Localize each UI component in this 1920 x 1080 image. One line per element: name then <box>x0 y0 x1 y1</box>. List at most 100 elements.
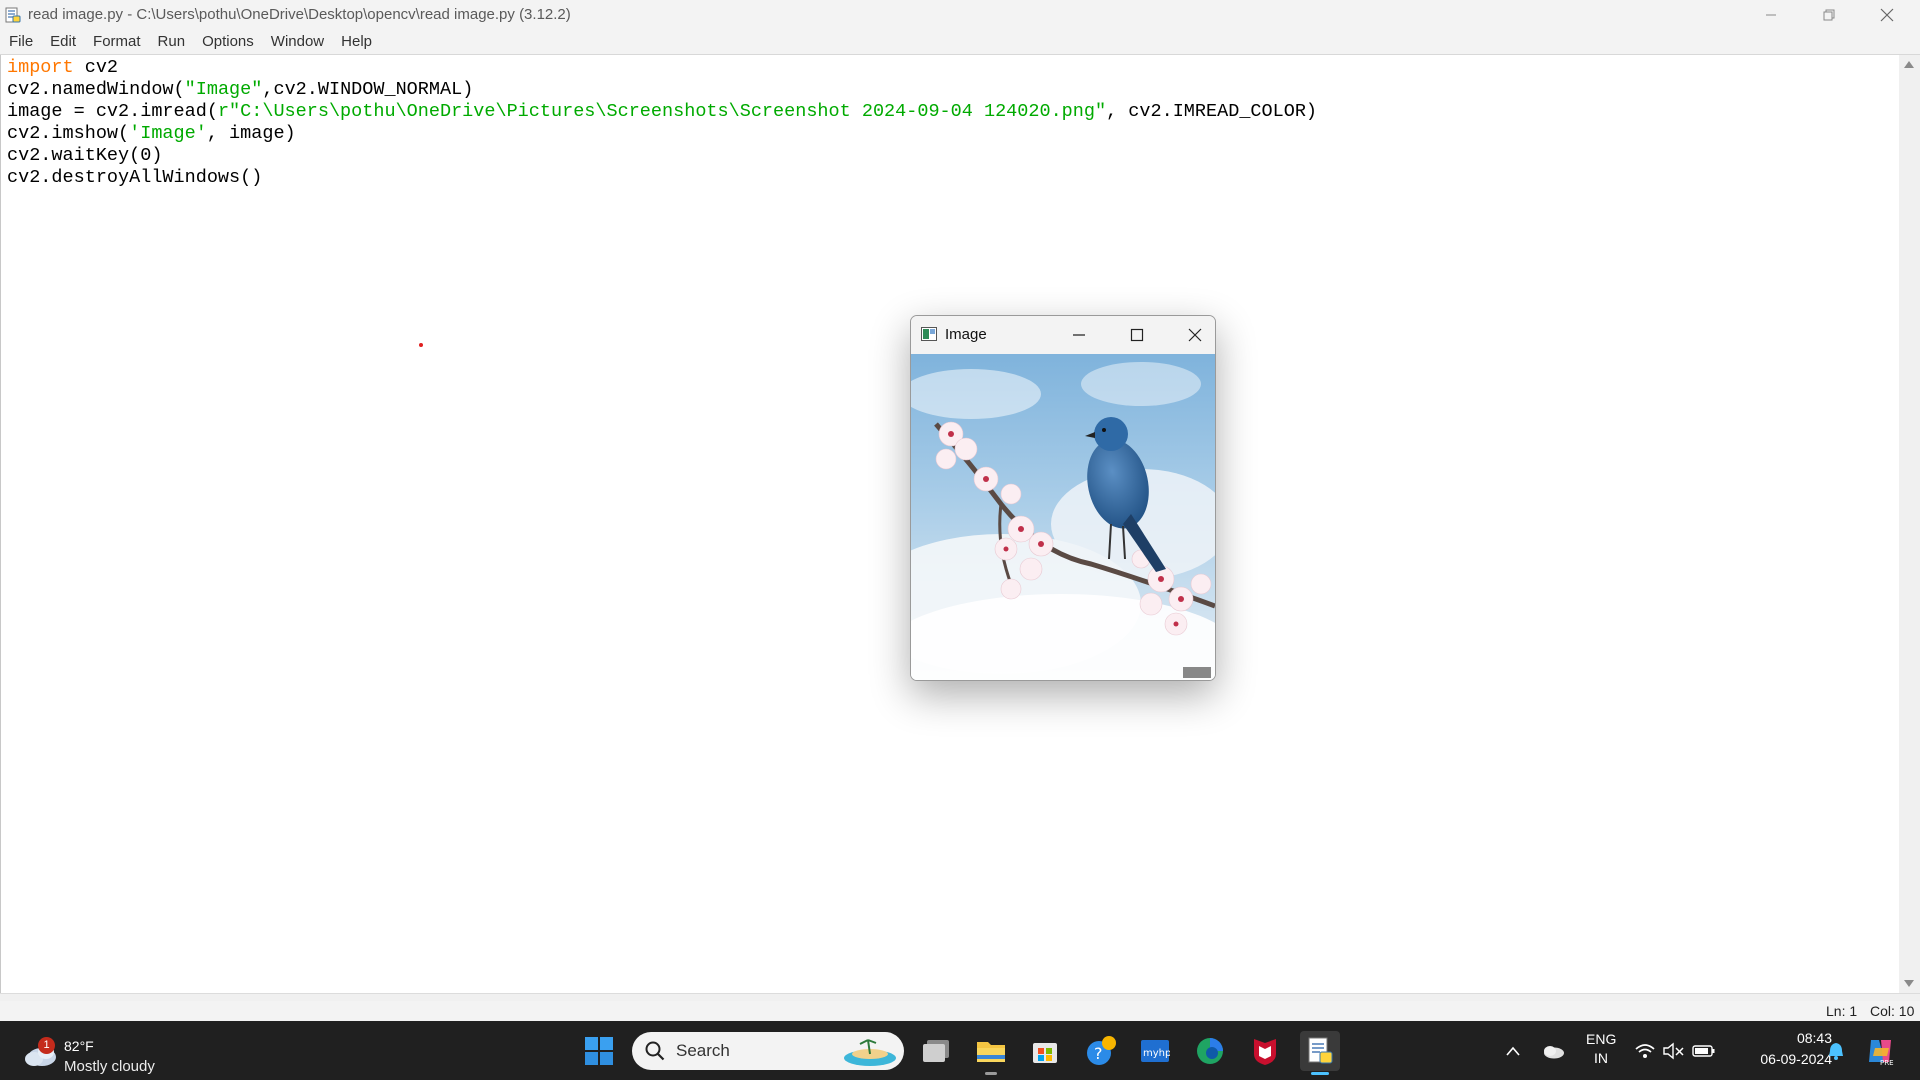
file-explorer-button[interactable] <box>971 1031 1011 1075</box>
code-token: cv2.waitKey(0) <box>7 145 163 166</box>
weather-widget[interactable]: 1 82°F Mostly cloudy <box>20 1029 170 1075</box>
myhp-icon: myhp <box>1141 1040 1170 1062</box>
region-code: IN <box>1594 1050 1608 1066</box>
window-titlebar: read image.py - C:\Users\pothu\OneDrive\… <box>0 0 1920 29</box>
code-token: cv2 <box>73 57 119 78</box>
active-indicator <box>1311 1072 1329 1075</box>
microsoft-store-button[interactable] <box>1025 1031 1065 1071</box>
menu-edit[interactable]: Edit <box>41 29 84 54</box>
close-button[interactable] <box>1858 0 1916 29</box>
code-token: image = cv2.imread( <box>7 101 218 122</box>
python-idle-icon <box>5 7 21 22</box>
file-explorer-icon <box>977 1042 1005 1062</box>
code-line[interactable]: cv2.waitKey(0) <box>7 145 1317 167</box>
svg-text:myhp: myhp <box>1143 1048 1170 1059</box>
running-indicator <box>985 1072 997 1075</box>
weather-notification-badge: 1 <box>38 1037 55 1054</box>
scroll-up-icon[interactable] <box>1904 61 1914 68</box>
menu-options[interactable]: Options <box>193 29 262 54</box>
code-line[interactable]: cv2.imshow('Image', image) <box>7 123 1317 145</box>
taskbar-search-box[interactable]: Search <box>632 1032 904 1070</box>
onedrive-button[interactable] <box>1533 1031 1573 1071</box>
bird-on-blossom-branch-image <box>911 354 1215 680</box>
menu-format[interactable]: Format <box>84 29 149 54</box>
code-keyword: import <box>7 57 74 78</box>
notifications-button[interactable] <box>1816 1031 1856 1071</box>
code-line[interactable]: cv2.namedWindow("Image",cv2.WINDOW_NORMA… <box>7 79 1317 101</box>
column-number: Col: 10 <box>1870 1003 1915 1019</box>
code-token: , image) <box>206 123 296 144</box>
line-number: Ln: 1 <box>1826 1003 1858 1019</box>
restore-button[interactable] <box>1800 0 1858 29</box>
code-token: cv2.namedWindow( <box>7 79 185 100</box>
search-label: Search <box>676 1041 730 1060</box>
minimize-button[interactable] <box>1742 0 1800 29</box>
menu-file[interactable]: File <box>0 29 41 54</box>
code-token: , cv2.IMREAD_COLOR) <box>1106 101 1318 122</box>
code-string: r"C:\Users\pothu\OneDrive\Pictures\Scree… <box>217 101 1107 122</box>
status-bar: Ln: 1 Col: 10 <box>0 1001 1920 1021</box>
search-icon <box>645 1041 665 1061</box>
task-view-button[interactable] <box>916 1031 956 1071</box>
microsoft-store-icon <box>1033 1043 1057 1063</box>
image-minimize-button[interactable] <box>1064 323 1094 347</box>
weather-temperature: 82°F <box>64 1038 94 1054</box>
taskbar: 1 82°F Mostly cloudy Search ? myhp ENG I… <box>0 1021 1920 1080</box>
svg-text:?: ? <box>1094 1044 1103 1063</box>
battery-icon <box>1692 1045 1715 1057</box>
mouse-cursor-dot <box>419 343 423 347</box>
get-help-button[interactable]: ? <box>1081 1031 1121 1071</box>
menu-help[interactable]: Help <box>332 29 380 54</box>
search-highlight-icon <box>844 1039 896 1066</box>
windows-start-icon <box>585 1037 613 1065</box>
help-icon: ? <box>1087 1036 1116 1065</box>
code-line[interactable]: cv2.destroyAllWindows() <box>7 167 1317 189</box>
menu-bar: File Edit Format Run Options Window Help <box>0 29 1920 55</box>
edge-button[interactable] <box>1190 1031 1230 1071</box>
wifi-icon <box>1635 1044 1655 1058</box>
chevron-up-icon <box>1506 1046 1520 1056</box>
myhp-button[interactable]: myhp <box>1135 1031 1175 1071</box>
quick-settings-button[interactable] <box>1628 1031 1722 1071</box>
weather-description: Mostly cloudy <box>64 1058 155 1075</box>
onedrive-cloud-icon <box>1544 1046 1564 1059</box>
minimize-icon <box>1766 14 1776 15</box>
vertical-scrollbar[interactable] <box>1899 55 1920 993</box>
window-title: read image.py - C:\Users\pothu\OneDrive\… <box>28 6 571 23</box>
code-string: "Image" <box>184 79 263 100</box>
show-hidden-icons-button[interactable] <box>1493 1031 1533 1071</box>
mcafee-icon <box>1254 1039 1276 1065</box>
python-idle-icon <box>1308 1037 1333 1064</box>
code-text[interactable]: import cv2 cv2.namedWindow("Image",cv2.WI… <box>7 57 1317 189</box>
code-token: cv2.destroyAllWindows() <box>7 167 263 188</box>
image-window-title: Image <box>945 326 987 343</box>
language-code: ENG <box>1586 1031 1617 1047</box>
image-close-button[interactable] <box>1180 323 1210 347</box>
mcafee-button[interactable] <box>1245 1031 1285 1071</box>
copilot-icon: PRE <box>1869 1040 1894 1066</box>
opencv-image-window[interactable]: Image <box>910 315 1216 681</box>
menu-run[interactable]: Run <box>149 29 194 54</box>
minimize-icon <box>1073 334 1085 336</box>
edge-icon <box>1197 1038 1223 1064</box>
task-view-icon <box>923 1040 949 1062</box>
code-line[interactable]: image = cv2.imread(r"C:\Users\pothu\OneD… <box>7 101 1317 123</box>
restore-icon <box>1823 9 1835 20</box>
volume-muted-icon <box>1663 1042 1684 1060</box>
code-token: ,cv2.WINDOW_NORMAL) <box>262 79 474 100</box>
maximize-icon <box>1130 328 1144 342</box>
image-window-titlebar[interactable]: Image <box>911 316 1215 354</box>
copilot-button[interactable]: PRE <box>1860 1031 1900 1071</box>
close-icon <box>1880 8 1894 21</box>
scroll-down-icon[interactable] <box>1904 980 1914 987</box>
start-button[interactable] <box>579 1031 619 1071</box>
image-maximize-button[interactable] <box>1122 323 1152 347</box>
code-string: 'Image' <box>129 123 207 144</box>
image-window-icon <box>921 327 937 341</box>
python-idle-taskbar-button[interactable] <box>1300 1031 1340 1075</box>
code-token: cv2.imshow( <box>7 123 130 144</box>
close-icon <box>1188 328 1202 342</box>
language-indicator[interactable]: ENG IN <box>1586 1030 1616 1068</box>
menu-window[interactable]: Window <box>262 29 332 54</box>
code-line[interactable]: import cv2 <box>7 57 1317 79</box>
